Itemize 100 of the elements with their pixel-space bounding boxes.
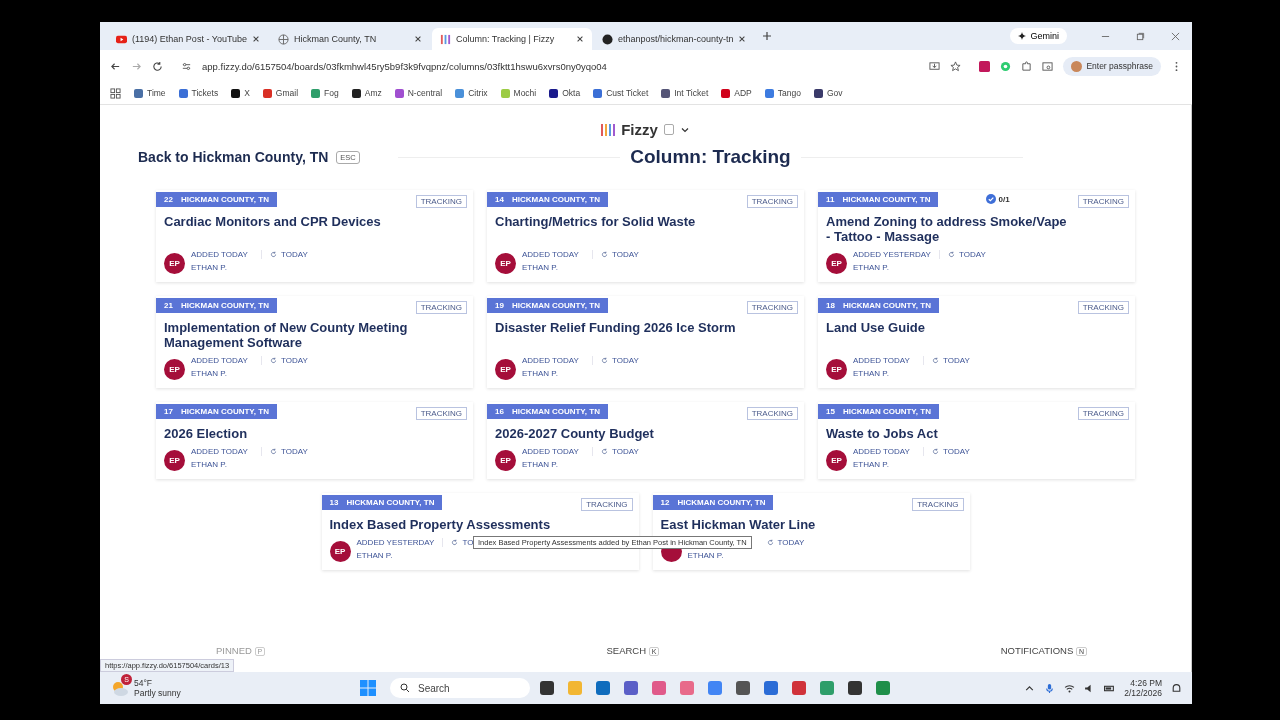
card-title[interactable]: Waste to Jobs Act (818, 420, 1079, 441)
refresh-icon (601, 357, 608, 364)
column-tag[interactable]: TRACKING (1077, 195, 1129, 208)
author-name: ETHAN P. (853, 263, 890, 272)
browser-tab[interactable]: (1194) Ethan Post - YouTube (108, 28, 268, 50)
close-icon[interactable] (576, 35, 584, 43)
board-label[interactable]: 19 HICKMAN COUNTY, TN (487, 297, 608, 313)
bookmark[interactable]: Int Ticket (661, 88, 709, 98)
star-icon[interactable] (950, 60, 962, 72)
author-name: ETHAN P. (853, 369, 890, 378)
card[interactable]: 17 HICKMAN COUNTY, TN TRACKING 2026 Election EP ADDED TODAY TODAY ETHAN P. (156, 402, 473, 479)
column-tag[interactable]: TRACKING (1077, 407, 1129, 420)
column-tag[interactable]: TRACKING (912, 498, 964, 511)
install-icon[interactable] (929, 60, 941, 72)
puzzle-icon[interactable] (1021, 60, 1033, 72)
card[interactable]: 19 HICKMAN COUNTY, TN TRACKING Disaster Relief Funding 2026 Ice Storm EP ADDED TODAY TODAY ETHAN P. (487, 296, 804, 388)
bookmark[interactable]: N-central (394, 88, 443, 98)
card[interactable]: 11 HICKMAN COUNTY, TN 0/1 TRACKING Amend Zoning to address Smoke/Vape - Tattoo - Massage EP ADDED YESTERDAY TODAY ETHAN P. (818, 190, 1135, 282)
board-label[interactable]: 16 HICKMAN COUNTY, TN (487, 403, 608, 419)
tab-search-icon[interactable] (1042, 60, 1054, 72)
microphone-icon[interactable] (1044, 682, 1056, 694)
close-icon[interactable] (252, 35, 260, 43)
bookmark[interactable]: Gmail (262, 88, 299, 98)
board-label[interactable]: 22 HICKMAN COUNTY, TN (156, 191, 277, 207)
board-label[interactable]: 14 HICKMAN COUNTY, TN (487, 191, 608, 207)
bell-icon[interactable] (1171, 682, 1182, 694)
board-label[interactable]: 17 HICKMAN COUNTY, TN (156, 403, 277, 419)
card-title[interactable]: Land Use Guide (818, 314, 1079, 335)
card[interactable]: 18 HICKMAN COUNTY, TN TRACKING Land Use Guide EP ADDED TODAY TODAY ETHAN P. (818, 296, 1135, 388)
bookmark[interactable]: Tickets (178, 88, 219, 98)
card-title[interactable]: Implementation of New County Meeting Management Software (156, 314, 417, 350)
bookmark[interactable]: Cust Ticket (593, 88, 649, 98)
bookmark[interactable]: Tango (764, 88, 801, 98)
search-field[interactable]: Search (390, 678, 530, 698)
card-title[interactable]: 2026 Election (156, 420, 417, 441)
added-date: ADDED TODAY (191, 250, 262, 259)
new-tab-icon[interactable] (762, 31, 772, 41)
added-date: ADDED TODAY (522, 250, 593, 259)
app-icon[interactable] (539, 680, 555, 696)
bookmark[interactable]: Citrix (455, 88, 488, 98)
column-tag[interactable]: TRACKING (415, 301, 467, 314)
board-label[interactable]: 21 HICKMAN COUNTY, TN (156, 297, 277, 313)
close-icon[interactable] (1171, 31, 1180, 41)
gemini-button[interactable]: Gemini (1010, 28, 1067, 44)
board-label[interactable]: 11 HICKMAN COUNTY, TN (818, 191, 939, 207)
card-title[interactable]: Amend Zoning to address Smoke/Vape - Tattoo - Massage (818, 208, 1079, 244)
column-tag[interactable]: TRACKING (415, 195, 467, 208)
bookmark[interactable]: X (231, 88, 250, 98)
card-title[interactable]: 2026-2027 County Budget (487, 420, 748, 441)
restore-icon[interactable] (1136, 31, 1145, 41)
wifi-icon[interactable] (1064, 682, 1076, 694)
card[interactable]: 16 HICKMAN COUNTY, TN TRACKING 2026-2027 County Budget EP ADDED TODAY TODAY ETHAN P. (487, 402, 804, 479)
board-label[interactable]: 15 HICKMAN COUNTY, TN (818, 403, 939, 419)
bookmark[interactable]: Amz (351, 88, 382, 98)
passphrase-button[interactable]: Enter passphrase (1063, 56, 1161, 76)
close-icon[interactable] (738, 35, 746, 43)
circle-icon (602, 33, 613, 45)
card-title[interactable]: East Hickman Water Line (652, 511, 914, 532)
card[interactable]: 14 HICKMAN COUNTY, TN TRACKING Charting/Metrics for Solid Waste EP ADDED TODAY TODAY ETHAN P. (487, 190, 804, 282)
bookmark[interactable]: Okta (549, 88, 581, 98)
app-icon[interactable] (735, 680, 751, 696)
card[interactable]: 22 HICKMAN COUNTY, TN TRACKING Cardiac Monitors and CPR Devices EP ADDED TODAY TODAY ETHAN P. (156, 190, 473, 282)
card[interactable]: 15 HICKMAN COUNTY, TN TRACKING Waste to Jobs Act EP ADDED TODAY TODAY ETHAN P. (818, 402, 1135, 479)
card-title[interactable]: Index Based Property Assessments (321, 511, 583, 532)
apps-icon[interactable] (110, 87, 121, 99)
board-label[interactable]: 12 HICKMAN COUNTY, TN (652, 494, 774, 510)
card[interactable]: 21 HICKMAN COUNTY, TN TRACKING Implementation of New County Meeting Management Software EP ADDED TODAY TODAY ETHAN P. (156, 296, 473, 388)
browser-tab[interactable]: Hickman County, TN (270, 28, 430, 50)
app-name[interactable]: Fizzy (621, 121, 658, 138)
extension-icon[interactable] (979, 60, 991, 72)
card-title[interactable]: Cardiac Monitors and CPR Devices (156, 208, 417, 229)
column-tag[interactable]: TRACKING (1077, 301, 1129, 314)
close-icon[interactable] (414, 35, 422, 43)
added-date: ADDED TODAY (522, 356, 593, 365)
browser-tab[interactable]: ethanpost/hickman-county-tn (594, 28, 754, 50)
avatar: EP (826, 253, 847, 274)
app-icon[interactable] (595, 680, 611, 696)
card-title[interactable]: Disaster Relief Funding 2026 Ice Storm (487, 314, 748, 335)
card-title[interactable]: Charting/Metrics for Solid Waste (487, 208, 748, 229)
bookmark[interactable]: Mochi (500, 88, 537, 98)
bookmark[interactable]: Fog (311, 88, 339, 98)
board-label[interactable]: 18 HICKMAN COUNTY, TN (818, 297, 939, 313)
bookmark[interactable]: Gov (813, 88, 843, 98)
clock-date[interactable]: 2/12/2026 (1124, 688, 1162, 698)
bookmark[interactable]: Time (134, 88, 166, 98)
bookmark[interactable]: ADP (721, 88, 752, 98)
board-label[interactable]: 13 HICKMAN COUNTY, TN (321, 494, 443, 510)
refresh-icon (601, 251, 608, 258)
browser-tab[interactable]: Column: Tracking | Fizzy (432, 28, 592, 50)
column-tag[interactable]: TRACKING (746, 195, 798, 208)
clock-time[interactable]: 4:26 PM (1130, 678, 1162, 688)
author-name: ETHAN P. (687, 551, 725, 560)
column-tag[interactable]: TRACKING (746, 301, 798, 314)
back-link[interactable]: Back to Hickman County, TN (138, 149, 329, 165)
app-icon[interactable] (847, 680, 863, 696)
column-tag[interactable]: TRACKING (581, 498, 633, 511)
column-tag[interactable]: TRACKING (746, 407, 798, 420)
reload-icon[interactable] (152, 60, 163, 72)
column-tag[interactable]: TRACKING (415, 407, 467, 420)
app-icon[interactable] (623, 680, 639, 696)
